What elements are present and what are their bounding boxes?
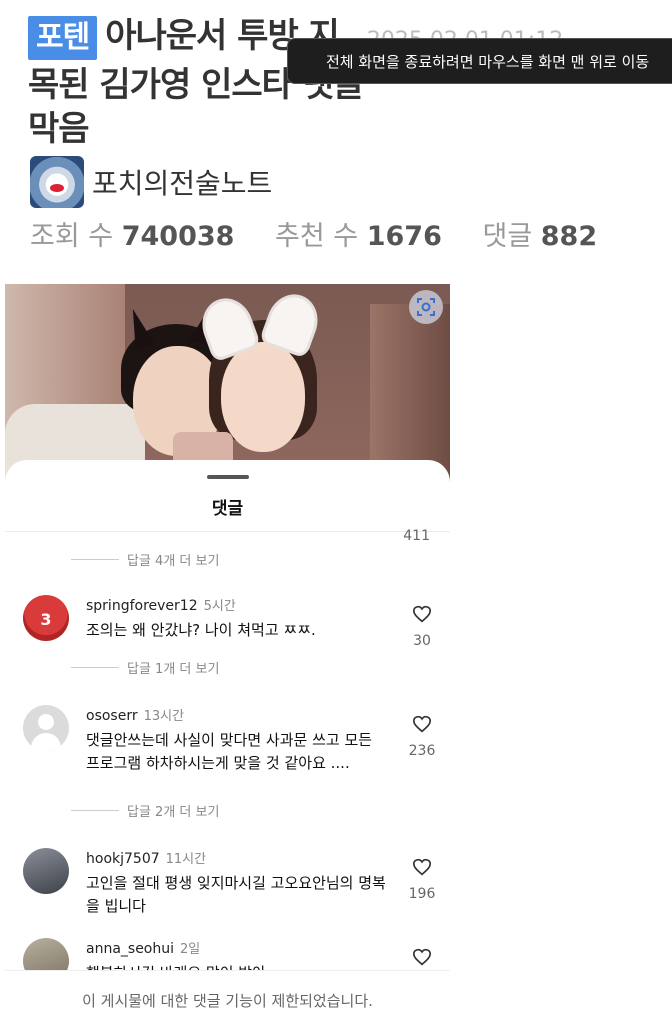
heart-icon: [412, 858, 432, 876]
post-stats: 조회 수 740038 추천 수 1676 댓글 882: [30, 214, 629, 253]
view-replies-label: 답글 1개 더 보기: [127, 662, 220, 677]
like-button[interactable]: 30: [407, 605, 437, 649]
view-replies-label: 답글 2개 더 보기: [127, 805, 220, 820]
avatar[interactable]: [23, 705, 69, 751]
comments-sheet: 댓글 411 답글 4개 더 보기 3 springforever12 5시간 조…: [5, 460, 450, 1021]
views-label: 조회 수: [30, 221, 114, 252]
comment-username[interactable]: springforever12 5시간: [86, 595, 236, 614]
sheet-title: 댓글: [211, 499, 244, 519]
recommend-count: 1676: [366, 221, 442, 252]
view-replies-link[interactable]: 답글 2개 더 보기: [71, 801, 219, 820]
svg-text:3: 3: [40, 610, 51, 629]
comment-time: 13시간: [143, 709, 185, 724]
comments-label: 댓글: [482, 221, 533, 252]
author-row[interactable]: 포치의전술노트: [30, 156, 272, 208]
like-button[interactable]: 236: [407, 715, 437, 759]
category-badge[interactable]: 포텐: [28, 16, 98, 60]
comment-text: 조의는 왜 안갔냐? 나이 쳐먹고 ㅉㅉ.: [86, 621, 316, 639]
like-count: 411: [403, 528, 430, 544]
recommend-label: 추천 수: [275, 221, 359, 252]
username-text: ososerr: [86, 708, 138, 724]
title-line-3: 막음: [28, 109, 90, 149]
comment-time: 5시간: [203, 599, 236, 614]
like-count: 196: [408, 886, 436, 902]
comments-count: 882: [540, 221, 598, 252]
comment-item: hookj7507 11시간 고인을 절대 평생 잊지마시길 고오요안님의 명복을…: [23, 848, 443, 928]
divider: [5, 531, 450, 532]
like-count: 30: [413, 633, 431, 649]
username-text: anna_seohui: [86, 941, 175, 957]
comment-text: 고인을 절대 평생 잊지마시길 고오요안님의 명복을 빕니다: [86, 874, 386, 915]
heart-icon: [412, 948, 432, 966]
comment-text: 댓글안쓰는데 사실이 맞다면 사과문 쓰고 모든 프로그램 하차하시는게 맞을 …: [86, 731, 373, 772]
like-button[interactable]: 196: [407, 858, 437, 902]
view-replies-link[interactable]: 답글 4개 더 보기: [71, 550, 219, 569]
avatar[interactable]: [23, 848, 69, 894]
view-replies-label: 답글 4개 더 보기: [127, 554, 220, 569]
username-text: springforever12: [86, 598, 198, 614]
heart-icon: [412, 715, 432, 733]
comment-username[interactable]: hookj7507 11시간: [86, 848, 206, 867]
views-count: 740038: [121, 221, 235, 252]
view-replies-link[interactable]: 답글 1개 더 보기: [71, 658, 219, 677]
comment-username[interactable]: anna_seohui 2일: [86, 938, 200, 957]
like-count: 236: [408, 743, 436, 759]
heart-icon: [412, 605, 432, 623]
comment-username[interactable]: ososerr 13시간: [86, 705, 184, 724]
drag-handle[interactable]: [207, 475, 249, 479]
avatar-icon[interactable]: [30, 156, 84, 208]
fullscreen-exit-toast: 전체 화면을 종료하려면 마우스를 화면 맨 위로 이동: [287, 38, 672, 84]
author-name[interactable]: 포치의전술노트: [92, 162, 272, 202]
avatar[interactable]: 3: [23, 595, 69, 641]
lens-search-icon[interactable]: [409, 290, 443, 324]
comment-time: 11시간: [165, 852, 207, 867]
like-button[interactable]: [407, 948, 437, 970]
comments-restricted-notice: 이 게시물에 대한 댓글 기능이 제한되었습니다.: [5, 970, 450, 1022]
comment-item: ososerr 13시간 댓글안쓰는데 사실이 맞다면 사과문 쓰고 모든 프로그…: [23, 705, 443, 815]
username-text: hookj7507: [86, 851, 160, 867]
comment-time: 2일: [180, 942, 201, 957]
